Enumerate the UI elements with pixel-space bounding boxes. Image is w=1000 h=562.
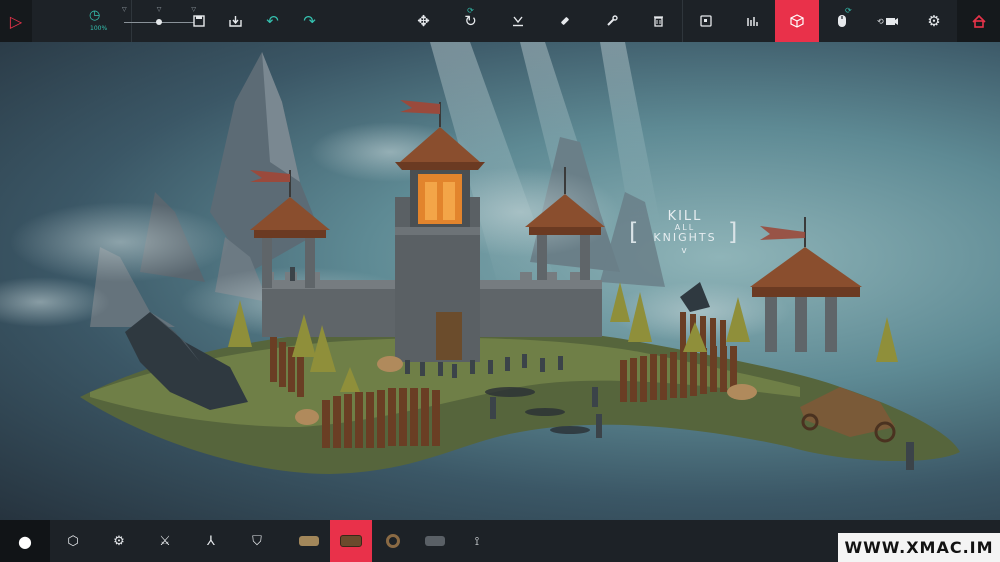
- banner-arrow: v: [681, 245, 689, 256]
- home-button[interactable]: [957, 0, 1000, 42]
- frame-icon: [700, 15, 712, 27]
- banner-bracket-left: [: [629, 218, 639, 246]
- flight-icon: ⅄: [207, 533, 215, 549]
- tick-marker: ▽: [122, 6, 127, 13]
- category-armour-button[interactable]: ⛉: [234, 520, 280, 562]
- wheel-block-icon: [386, 534, 400, 548]
- category-weapons-button[interactable]: ⚔: [142, 520, 188, 562]
- frame-view-button[interactable]: [683, 0, 729, 42]
- right-watchtower: [750, 217, 862, 352]
- eraser-icon: [560, 17, 569, 25]
- view-tools: ⟳ ⟲ ⚙: [682, 0, 1000, 42]
- time-scale-slider-knob[interactable]: [156, 19, 163, 25]
- undo-icon: ↶: [266, 12, 279, 30]
- stats-button[interactable]: [729, 0, 775, 42]
- banner-line-3: KNIGHTS: [653, 231, 717, 245]
- block-view-button[interactable]: [775, 0, 819, 42]
- wrench-tool-button[interactable]: [588, 0, 635, 42]
- time-scale-percent: 100%: [90, 25, 108, 32]
- banner-bracket-right: ]: [728, 218, 738, 246]
- grabber-block-icon: ⟟: [474, 533, 480, 548]
- redo-button[interactable]: ↷: [291, 0, 328, 42]
- blocks-icon: ⬡: [67, 533, 79, 549]
- category-blocks-button[interactable]: ⬡: [50, 520, 96, 562]
- block-cannon-button[interactable]: [414, 520, 456, 562]
- play-button[interactable]: ▷: [0, 0, 33, 42]
- mission-banner: KILL ALL KNIGHTS v: [650, 210, 720, 256]
- load-button[interactable]: [217, 0, 254, 42]
- clock-icon: ◷: [89, 8, 101, 23]
- category-basic-button[interactable]: ●: [0, 520, 50, 562]
- move-tool-button[interactable]: ✥: [400, 0, 447, 42]
- play-icon: ▷: [9, 11, 23, 31]
- settings-icon: ⚙: [927, 12, 941, 30]
- eraser-tool-button[interactable]: [541, 0, 588, 42]
- watermark: WWW.XMAC.IM: [838, 533, 1000, 562]
- tick-marker: ▽: [156, 6, 162, 13]
- mouse-mode-button[interactable]: ⟳: [819, 0, 865, 42]
- mirror-icon: [512, 16, 523, 27]
- wooden-block-icon: [299, 536, 319, 546]
- load-icon: [229, 16, 242, 27]
- sync-icon: ⟳: [845, 6, 852, 15]
- banner-line-1: KILL: [667, 209, 703, 224]
- block-view-icon: [790, 14, 804, 28]
- settings-button[interactable]: ⚙: [911, 0, 957, 42]
- file-tools: ↶ ↷: [180, 0, 328, 42]
- mouse-icon: [838, 15, 846, 27]
- block-wooden-button[interactable]: [288, 520, 330, 562]
- stats-icon: [747, 17, 758, 26]
- gears-icon: ⚙: [113, 533, 125, 549]
- game-scene[interactable]: [ KILL ALL KNIGHTS v ]: [0, 42, 1000, 520]
- wrench-icon: [606, 15, 618, 26]
- save-button[interactable]: [180, 0, 217, 42]
- block-wheel-button[interactable]: [372, 520, 414, 562]
- sync-icon: ⟳: [467, 6, 474, 15]
- weapons-icon: ⚔: [159, 533, 171, 549]
- basic-icon: ●: [18, 531, 32, 551]
- undo-button[interactable]: ↶: [254, 0, 291, 42]
- trash-icon: [654, 16, 663, 27]
- armour-icon: ⛉: [252, 533, 262, 549]
- category-gears-button[interactable]: ⚙: [96, 520, 142, 562]
- time-scale-control[interactable]: ◷ 100% ▽ ▽ ▽: [32, 0, 196, 42]
- svg-text:⟲: ⟲: [877, 17, 884, 26]
- block-grabber-button[interactable]: ⟟: [456, 520, 498, 562]
- delete-tool-button[interactable]: [635, 0, 682, 42]
- category-flight-button[interactable]: ⅄: [188, 520, 234, 562]
- block-log-button[interactable]: [330, 520, 372, 562]
- rotate-tool-button[interactable]: ⟳ ↻: [447, 0, 494, 42]
- move-icon: ✥: [417, 12, 430, 30]
- home-icon: [971, 14, 986, 28]
- edit-tools: ✥ ⟳ ↻: [400, 0, 682, 42]
- top-toolbar: ▷ ◷ 100% ▽ ▽ ▽ ↶ ↷ ✥ ⟳ ↻ ⟳ ⟲ ⚙: [0, 0, 1000, 43]
- mirror-tool-button[interactable]: [494, 0, 541, 42]
- save-icon: [192, 15, 205, 27]
- castle-level-illustration: [0, 42, 960, 474]
- log-block-icon: [340, 535, 362, 547]
- cannon-block-icon: [425, 536, 445, 546]
- camera-button[interactable]: ⟲: [865, 0, 911, 42]
- redo-icon: ↷: [303, 12, 316, 30]
- camera-icon: ⟲: [877, 17, 898, 26]
